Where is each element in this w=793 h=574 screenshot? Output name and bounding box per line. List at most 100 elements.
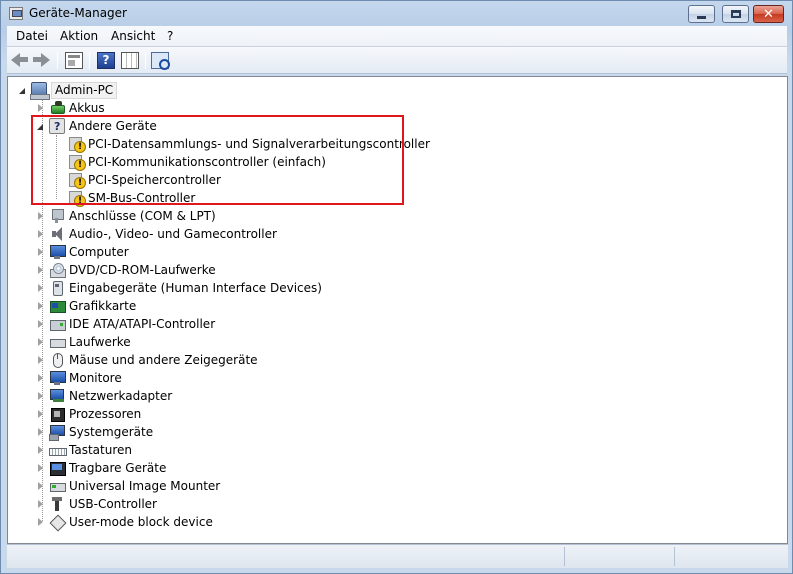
properties-icon[interactable] (65, 52, 83, 69)
tree-item-block-device[interactable]: User-mode block device (36, 513, 213, 531)
expand-toggle[interactable] (36, 247, 44, 257)
tree-item-grafikkarte[interactable]: Grafikkarte (36, 297, 136, 315)
tree-item-prozessoren[interactable]: Prozessoren (36, 405, 141, 423)
menu-bar: Datei Aktion Ansicht ? (7, 26, 787, 47)
tree-item-label[interactable]: USB-Controller (69, 497, 157, 511)
tree-item-label[interactable]: Grafikkarte (69, 299, 136, 313)
scan-hardware-icon[interactable] (151, 52, 170, 70)
view-grid-icon[interactable] (121, 52, 139, 69)
tree-item-systemgeraete[interactable]: Systemgeräte (36, 423, 153, 441)
tree-item-label[interactable]: Systemgeräte (69, 425, 153, 439)
speaker-icon (49, 226, 65, 242)
tree-item-anschluesse[interactable]: Anschlüsse (COM & LPT) (36, 207, 216, 225)
monitor-icon (49, 244, 66, 260)
tree-item-label[interactable]: Computer (69, 245, 129, 259)
disc-drive-icon (49, 262, 66, 278)
tree-item-label[interactable]: Anschlüsse (COM & LPT) (69, 209, 216, 223)
tree-item-label[interactable]: Tragbare Geräte (69, 461, 166, 475)
processor-icon (49, 406, 65, 422)
menu-ansicht[interactable]: Ansicht (111, 29, 155, 43)
ide-controller-icon (49, 316, 66, 332)
highlight-annotation-box (31, 115, 404, 205)
tree-item-image-mounter[interactable]: Universal Image Mounter (36, 477, 220, 495)
system-device-icon (49, 424, 65, 441)
expand-toggle[interactable] (36, 319, 44, 329)
expand-toggle[interactable] (36, 391, 44, 401)
expand-toggle[interactable] (36, 463, 44, 473)
tree-item-label[interactable]: IDE ATA/ATAPI-Controller (69, 317, 215, 331)
toolbar: ? (7, 47, 787, 74)
minimize-button[interactable] (688, 5, 715, 23)
expand-toggle[interactable] (36, 211, 44, 221)
title-bar[interactable]: Geräte-Manager ✕ (1, 1, 792, 27)
expand-toggle[interactable] (36, 499, 44, 509)
minimize-icon (697, 15, 706, 19)
status-segment (674, 547, 786, 566)
monitor-icon (49, 370, 66, 386)
usb-icon (49, 496, 65, 512)
keyboard-icon (49, 442, 67, 458)
close-icon: ✕ (763, 6, 774, 22)
expand-toggle[interactable] (36, 355, 44, 365)
tree-item-maeuse[interactable]: Mäuse und andere Zeigegeräte (36, 351, 258, 369)
tree-item-label[interactable]: Akkus (69, 101, 105, 115)
tree-item-label[interactable]: Mäuse und andere Zeigegeräte (69, 353, 258, 367)
forward-button[interactable] (33, 52, 51, 69)
tree-item-tastaturen[interactable]: Tastaturen (36, 441, 132, 459)
tree-item-label[interactable]: Prozessoren (69, 407, 141, 421)
expand-toggle[interactable] (36, 481, 44, 491)
tree-item-usb[interactable]: USB-Controller (36, 495, 157, 513)
expand-toggle[interactable] (36, 103, 44, 113)
window-title: Geräte-Manager (29, 6, 127, 20)
menu-datei[interactable]: Datei (16, 29, 48, 43)
tree-item-computer[interactable]: Computer (36, 243, 129, 261)
network-adapter-icon (49, 388, 65, 404)
toolbar-separator (145, 52, 146, 69)
tree-item-tragbare-geraete[interactable]: Tragbare Geräte (36, 459, 166, 477)
device-manager-app-icon (9, 7, 23, 20)
toolbar-separator (89, 52, 90, 69)
tree-item-audio[interactable]: Audio-, Video- und Gamecontroller (36, 225, 277, 243)
back-button[interactable] (11, 52, 29, 69)
expand-toggle[interactable] (18, 86, 26, 95)
tree-item-label[interactable]: Tastaturen (69, 443, 132, 457)
tree-item-label[interactable]: Laufwerke (69, 335, 131, 349)
maximize-button[interactable] (722, 5, 749, 23)
battery-icon (49, 100, 65, 116)
close-button[interactable]: ✕ (753, 5, 784, 23)
tree-item-label[interactable]: User-mode block device (69, 515, 213, 529)
expand-toggle[interactable] (36, 427, 44, 437)
tree-item-label[interactable]: Eingabegeräte (Human Interface Devices) (69, 281, 322, 295)
menu-help[interactable]: ? (167, 29, 173, 43)
expand-toggle[interactable] (36, 517, 44, 527)
tree-item-dvd[interactable]: DVD/CD-ROM-Laufwerke (36, 261, 216, 279)
port-icon (49, 208, 65, 224)
help-icon[interactable]: ? (97, 52, 115, 69)
expand-toggle[interactable] (36, 265, 44, 275)
image-mounter-icon (49, 478, 66, 494)
tree-item-ide[interactable]: IDE ATA/ATAPI-Controller (36, 315, 215, 333)
tree-item-label[interactable]: Monitore (69, 371, 122, 385)
tree-item-laufwerke[interactable]: Laufwerke (36, 333, 131, 351)
status-segment (564, 547, 674, 566)
tree-item-netzwerkadapter[interactable]: Netzwerkadapter (36, 387, 172, 405)
computer-icon (30, 82, 50, 100)
expand-toggle[interactable] (36, 373, 44, 383)
tree-root[interactable]: Admin-PC (18, 81, 118, 100)
menu-aktion[interactable]: Aktion (60, 29, 98, 43)
expand-toggle[interactable] (36, 337, 44, 347)
tree-root-label[interactable]: Admin-PC (51, 81, 118, 99)
tree-item-monitore[interactable]: Monitore (36, 369, 122, 387)
expand-toggle[interactable] (36, 445, 44, 455)
expand-toggle[interactable] (36, 409, 44, 419)
expand-toggle[interactable] (36, 229, 44, 239)
tree-item-label[interactable]: Audio-, Video- und Gamecontroller (69, 227, 277, 241)
tree-item-label[interactable]: DVD/CD-ROM-Laufwerke (69, 263, 216, 277)
device-manager-window: Geräte-Manager ✕ Datei Aktion Ansicht ? … (0, 0, 793, 574)
tree-item-label[interactable]: Netzwerkadapter (69, 389, 172, 403)
tree-item-label[interactable]: Universal Image Mounter (69, 479, 220, 493)
tree-item-eingabegeraete[interactable]: Eingabegeräte (Human Interface Devices) (36, 279, 322, 297)
expand-toggle[interactable] (36, 283, 44, 293)
portable-device-icon (49, 460, 66, 476)
expand-toggle[interactable] (36, 301, 44, 311)
